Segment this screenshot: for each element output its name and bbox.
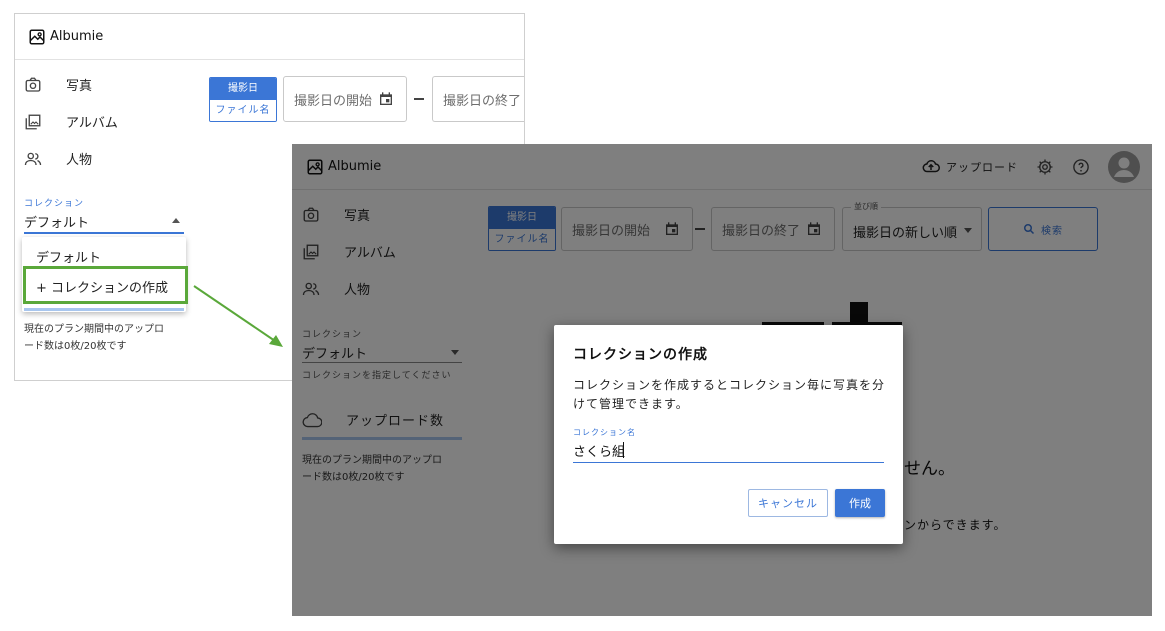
arrow-line [193, 285, 279, 344]
arrow-head [269, 335, 283, 347]
annotation-arrow [193, 285, 283, 347]
